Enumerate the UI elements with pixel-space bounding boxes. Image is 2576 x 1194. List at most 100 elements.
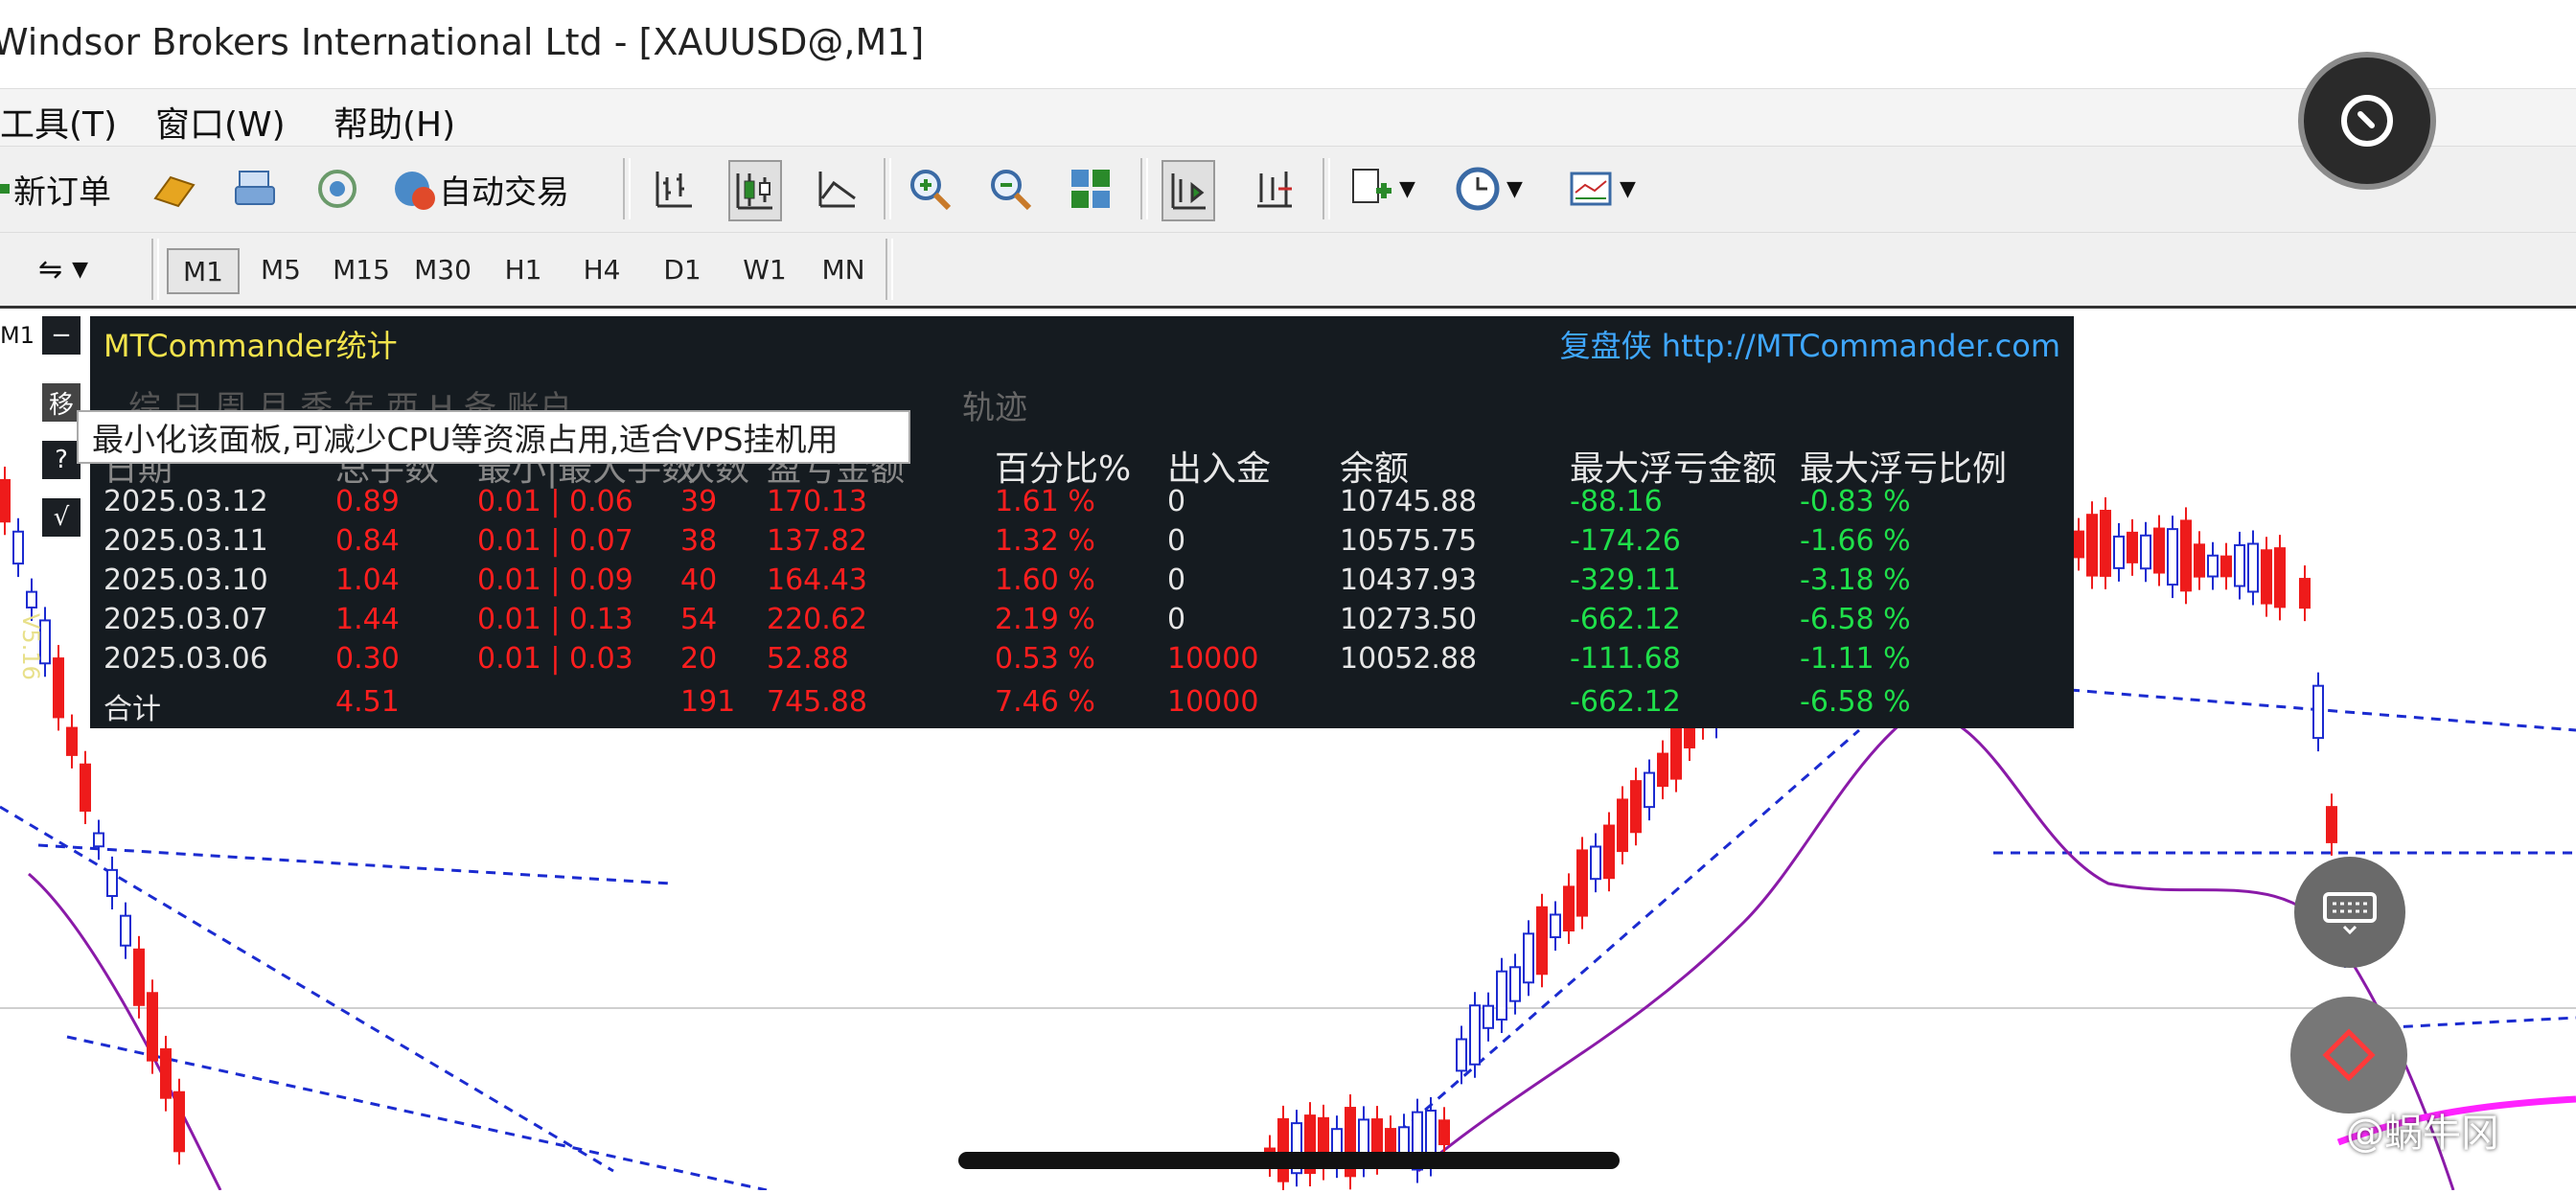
table-row-deposit: 0 <box>1167 524 1186 558</box>
candle-body <box>1563 885 1575 932</box>
candlestick-button[interactable] <box>728 160 782 221</box>
timeframe-mn[interactable]: MN <box>811 248 876 290</box>
timeframe-m30[interactable]: M30 <box>406 248 479 290</box>
candle-body <box>2194 543 2205 578</box>
timeframe-m1[interactable]: M1 <box>167 248 240 294</box>
table-row-min-max-lots: 0.01 | 0.13 <box>477 603 633 636</box>
table-row-min-max-lots: 0.01 | 0.07 <box>477 524 633 558</box>
table-row-max-drawdown-ratio: -0.83 % <box>1800 485 1911 518</box>
timeframe-w1[interactable]: W1 <box>732 248 797 290</box>
track-tab[interactable]: 轨迹 <box>962 381 1027 428</box>
table-row-deposit: 0 <box>1167 603 1186 636</box>
candle-body <box>0 478 11 523</box>
candle-body <box>1438 1119 1450 1146</box>
line-chart-button[interactable] <box>813 160 862 218</box>
timeframe-d1[interactable]: D1 <box>650 248 715 290</box>
table-row-percent: 1.61 % <box>995 485 1095 518</box>
new-order-button[interactable]: 新订单 <box>0 160 111 218</box>
candle-body <box>2220 555 2232 578</box>
chevron-down-icon: ▼ <box>1506 176 1523 201</box>
floating-timer-button[interactable] <box>2298 52 2436 190</box>
menu-tools[interactable]: 工具(T) <box>0 97 117 147</box>
periods-button[interactable]: ▼ <box>1453 160 1523 218</box>
table-row-max-drawdown: -329.11 <box>1570 563 1681 597</box>
toolbar-separator <box>623 158 631 219</box>
candle-body <box>1670 721 1682 780</box>
candle-body <box>53 657 64 719</box>
table-row-max-drawdown: -662.12 <box>1570 603 1681 636</box>
stats-panel: MTCommander统计 复盘侠 http://MTCommander.com… <box>90 316 2074 728</box>
signal-icon <box>318 170 356 208</box>
toolbar-separator <box>886 239 893 300</box>
bar-chart-button[interactable] <box>650 160 700 218</box>
candle-body <box>1644 771 1655 809</box>
table-row-max-drawdown: -111.68 <box>1570 642 1681 676</box>
bar-chart-icon <box>656 172 692 208</box>
zoom-out-button[interactable] <box>985 160 1035 218</box>
candle-body <box>2153 527 2165 574</box>
tile-windows-button[interactable] <box>1066 160 1116 218</box>
table-row-pnl: 137.82 <box>767 524 867 558</box>
signal-button[interactable] <box>312 160 362 218</box>
table-row-min-max-lots: 0.01 | 0.06 <box>477 485 633 518</box>
table-row-min-max-lots: 0.01 | 0.09 <box>477 563 633 597</box>
table-row-percent: 1.60 % <box>995 563 1095 597</box>
diamond-icon <box>2322 1028 2376 1082</box>
table-row-total-lots: 0.30 <box>335 642 400 676</box>
minimize-panel-button[interactable]: − <box>42 316 80 355</box>
autoscroll-button[interactable] <box>1162 160 1215 221</box>
watermark: @蜗牛冈 <box>2346 1112 2499 1156</box>
menu-bar: 工具(T) 窗口(W) 帮助(H) <box>0 88 2576 147</box>
candle-body <box>2207 554 2219 578</box>
line-tools-button[interactable]: ⇋ ▼ <box>38 241 88 298</box>
table-row-total-lots: 1.04 <box>335 563 400 597</box>
gold-bar-button[interactable] <box>150 160 199 218</box>
line-tools-icon: ⇋ <box>38 252 63 287</box>
table-row-percent: 0.53 % <box>995 642 1095 676</box>
timeframe-h4[interactable]: H4 <box>569 248 634 290</box>
tile-windows-icon <box>1071 170 1110 208</box>
chevron-down-icon: ▼ <box>1620 176 1636 201</box>
title-bar: Windsor Brokers International Ltd - [XAU… <box>0 0 2576 88</box>
timeframe-m5[interactable]: M5 <box>247 248 314 290</box>
total-row-percent: 7.46 % <box>995 685 1095 719</box>
timeframe-m15[interactable]: M15 <box>326 248 397 290</box>
header-max-drawdown-ratio: 最大浮亏比例 <box>1800 449 2008 489</box>
templates-button[interactable]: ▼ <box>1566 160 1636 218</box>
candle-body <box>160 1047 172 1099</box>
home-indicator[interactable] <box>958 1152 1620 1169</box>
candle-body <box>1496 970 1507 1021</box>
candle-body <box>1483 1004 1494 1029</box>
template-icon <box>1570 172 1612 206</box>
candle-body <box>2100 509 2111 577</box>
table-row-date: 2025.03.06 <box>104 642 268 676</box>
candle-body <box>2261 549 2272 605</box>
table-row-count: 54 <box>680 603 718 636</box>
candle-body <box>93 832 104 848</box>
candle-body <box>2312 684 2324 740</box>
chart-shift-icon <box>1257 172 1292 208</box>
main-toolbar: 新订单 自动交易 ▼ ▼ ▼ <box>0 146 2576 233</box>
help-button[interactable]: ? <box>42 441 80 479</box>
indicators-button[interactable]: ▼ <box>1346 160 1415 218</box>
candle-body <box>120 914 131 947</box>
table-row-date: 2025.03.10 <box>104 563 268 597</box>
menu-help[interactable]: 帮助(H) <box>334 97 455 147</box>
printer-button[interactable] <box>230 160 280 218</box>
menu-window[interactable]: 窗口(W) <box>155 97 286 147</box>
auto-trade-button[interactable]: 自动交易 <box>389 160 569 218</box>
zoom-in-button[interactable] <box>905 160 954 218</box>
timeframe-h1[interactable]: H1 <box>491 248 556 290</box>
keyboard-button[interactable] <box>2294 857 2405 968</box>
navigation-button[interactable] <box>2290 997 2407 1114</box>
confirm-button[interactable]: √ <box>42 498 80 537</box>
move-panel-button[interactable]: 移 <box>42 383 80 422</box>
table-row-pnl: 220.62 <box>767 603 867 636</box>
clock-icon <box>1456 167 1500 211</box>
candle-body <box>147 992 158 1062</box>
header-deposit: 出入金 <box>1167 449 1272 489</box>
candle-body <box>1590 845 1601 881</box>
panel-link[interactable]: 复盘侠 http://MTCommander.com <box>1560 322 2060 366</box>
candle-body <box>80 763 91 813</box>
chart-shift-button[interactable] <box>1250 160 1300 218</box>
